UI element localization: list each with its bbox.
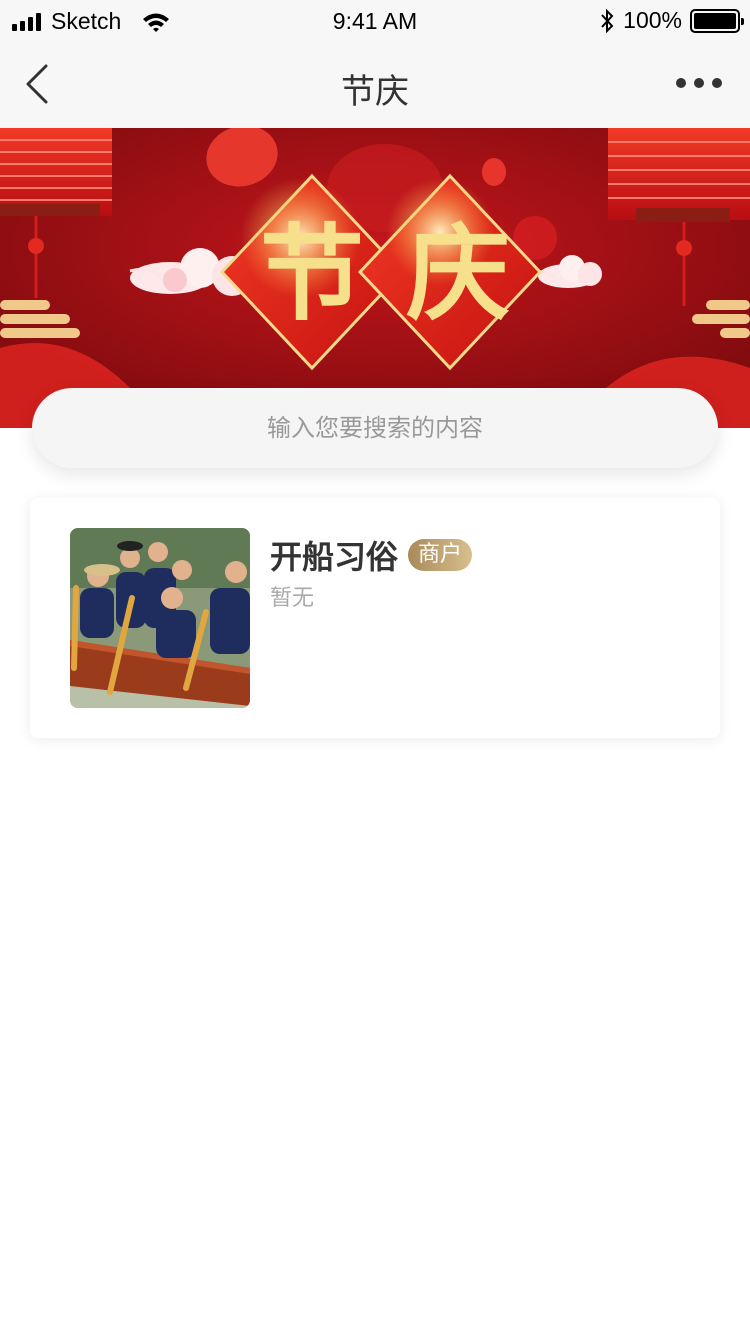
item-thumbnail — [70, 528, 250, 708]
dragon-boat-photo — [70, 528, 250, 708]
banner-char-1: 节 — [260, 213, 364, 335]
more-dots-icon[interactable] — [676, 78, 722, 88]
search-bar[interactable] — [32, 388, 718, 468]
status-right: 100% — [599, 7, 744, 34]
banner-image: 节 庆 — [0, 128, 750, 428]
signal-icon — [12, 12, 41, 31]
banner-char-2: 庆 — [406, 213, 510, 335]
battery-icon — [690, 8, 744, 33]
item-title-row: 开船习俗 商户 — [270, 532, 473, 578]
page-title: 节庆 — [341, 72, 409, 112]
list-item[interactable]: 开船习俗 商户 暂无 — [30, 498, 720, 738]
nav-bar: 节庆 — [0, 40, 750, 128]
festival-banner: 节 庆 — [0, 128, 750, 428]
item-subtitle: 暂无 — [270, 586, 315, 611]
merchant-badge: 商户 — [408, 539, 473, 571]
carrier-name: Sketch — [51, 8, 122, 34]
search-input[interactable] — [32, 388, 718, 468]
battery-percent: 100% — [623, 7, 682, 33]
status-left: Sketch — [12, 8, 171, 35]
status-bar: Sketch 9:41 AM 100% — [0, 0, 750, 40]
item-title: 开船习俗 — [270, 538, 399, 576]
bluetooth-icon — [601, 8, 614, 33]
wifi-icon — [143, 13, 170, 32]
